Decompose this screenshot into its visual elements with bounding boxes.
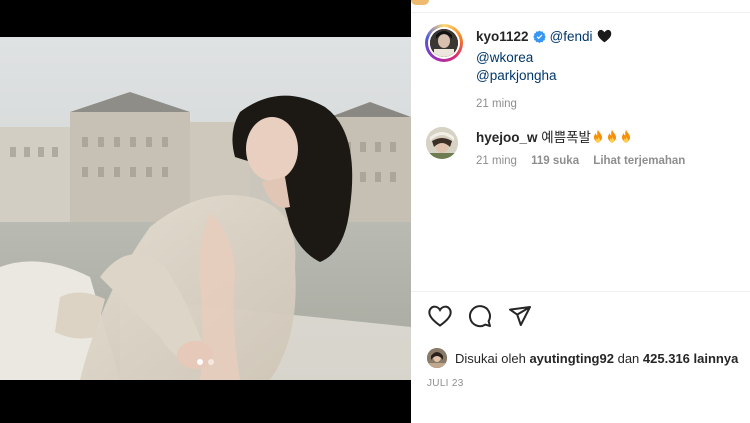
- liked-by-others[interactable]: 425.316 lainnya: [643, 351, 738, 366]
- comment-text: hyejoo_w 예쁨폭발: [476, 129, 633, 149]
- see-translation-link[interactable]: Lihat terjemahan: [593, 155, 685, 167]
- commenter-username[interactable]: hyejoo_w: [476, 130, 538, 145]
- mention-link[interactable]: @fendi: [550, 29, 593, 44]
- comment-bubble-icon: [468, 304, 492, 333]
- post-photo[interactable]: [0, 37, 411, 380]
- paper-plane-icon: [508, 305, 532, 332]
- like-button[interactable]: [427, 305, 453, 331]
- panel-divider-top: [411, 12, 750, 13]
- commenter-avatar[interactable]: [426, 127, 458, 159]
- mention-link[interactable]: @parkjongha: [476, 68, 557, 83]
- verified-badge-icon: [532, 30, 546, 49]
- comment-like-count[interactable]: 119 suka: [531, 155, 579, 167]
- fire-emoji-icon: [605, 129, 619, 149]
- black-heart-icon: [597, 29, 612, 49]
- liked-by-user[interactable]: ayutingting92: [529, 351, 614, 366]
- post-media: [0, 0, 411, 423]
- caption-timestamp[interactable]: 21 ming: [476, 95, 612, 114]
- previous-comment-avatar-edge: [411, 0, 429, 5]
- carousel-dot-2: [208, 359, 214, 365]
- comment-body: 예쁨폭발: [541, 130, 591, 145]
- actions-divider: [411, 291, 750, 292]
- share-button[interactable]: [507, 305, 533, 331]
- heart-outline-icon: [428, 305, 452, 332]
- liked-by-conjunction: dan: [617, 350, 640, 366]
- post-details-panel: kyo1122 @fendi @wkorea @parkjongha 21 min…: [411, 0, 750, 423]
- carousel-dot-1: [197, 359, 203, 365]
- comment-timestamp[interactable]: 21 ming: [476, 155, 517, 167]
- liked-by: Disukai oleh ayutingting92 dan 425.316 l…: [427, 348, 738, 368]
- comment-meta: 21 ming 119 suka Lihat terjemahan: [476, 155, 696, 167]
- photo-image: [0, 37, 411, 380]
- comment-button[interactable]: [467, 304, 493, 333]
- liker-avatar[interactable]: [427, 348, 447, 368]
- caption-text: kyo1122 @fendi @wkorea @parkjongha 21 min…: [476, 28, 612, 113]
- fire-emoji-icon: [619, 129, 633, 149]
- author-avatar[interactable]: [425, 24, 463, 62]
- liked-by-prefix: Disukai oleh: [455, 350, 526, 366]
- author-username[interactable]: kyo1122: [476, 29, 529, 44]
- mention-link[interactable]: @wkorea: [476, 50, 533, 65]
- post-actions: [427, 304, 533, 333]
- carousel-indicator: [0, 359, 411, 365]
- fire-emoji-icon: [591, 129, 605, 149]
- post-date[interactable]: JULI 23: [427, 378, 464, 389]
